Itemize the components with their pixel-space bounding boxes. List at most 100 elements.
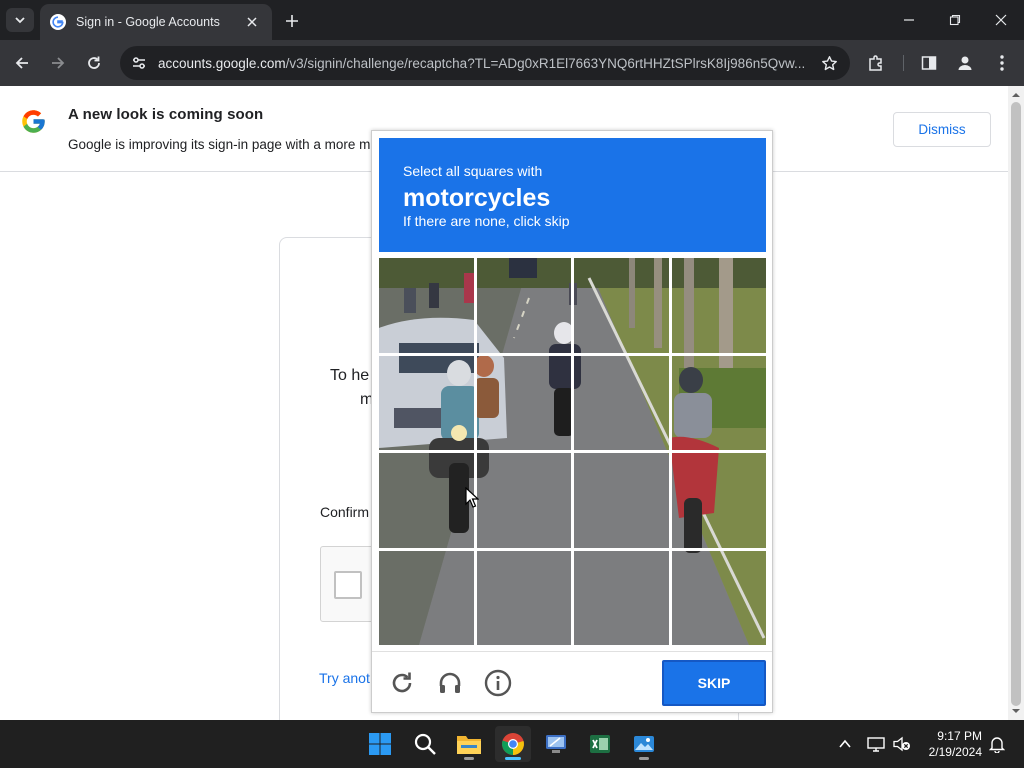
headphones-icon	[439, 672, 461, 693]
url-host: accounts.google.com	[158, 55, 286, 71]
tab-strip: Sign in - Google Accounts	[0, 0, 1024, 40]
plus-icon	[286, 15, 298, 27]
restore-icon	[949, 14, 961, 26]
info-button[interactable]	[484, 669, 512, 697]
photos-button[interactable]	[626, 726, 662, 762]
toolbar-divider	[903, 55, 904, 71]
info-icon	[484, 669, 512, 697]
image-tile[interactable]	[477, 258, 572, 353]
address-bar[interactable]: accounts.google.com/v3/signin/challenge/…	[120, 46, 850, 80]
notifications-button[interactable]	[987, 734, 1007, 754]
chevron-up-icon	[839, 739, 851, 748]
scroll-thumb[interactable]	[1011, 102, 1021, 706]
close-icon	[995, 14, 1007, 26]
file-explorer-button[interactable]	[451, 726, 487, 762]
banner-text: Google is improving its sign-in page wit…	[68, 137, 371, 152]
tab-close-button[interactable]	[242, 12, 262, 32]
try-another-way-link[interactable]: Try anot	[319, 670, 370, 686]
tab-search-button[interactable]	[6, 8, 34, 32]
audio-challenge-button[interactable]	[436, 669, 464, 697]
image-tile[interactable]	[574, 356, 669, 451]
dismiss-button[interactable]: Dismiss	[893, 112, 991, 147]
clock-date: 2/19/2024	[928, 745, 982, 759]
image-tile[interactable]	[379, 453, 474, 548]
refresh-icon	[392, 672, 412, 693]
scroll-up-icon[interactable]	[1012, 91, 1020, 99]
extensions-button[interactable]	[864, 51, 888, 75]
excel-button[interactable]	[582, 726, 618, 762]
chrome-icon	[502, 733, 524, 755]
show-hidden-icons-button[interactable]	[835, 734, 855, 754]
image-tile[interactable]	[574, 453, 669, 548]
back-button[interactable]	[10, 51, 34, 75]
help-text: To he	[330, 367, 370, 384]
profile-button[interactable]	[953, 51, 977, 75]
image-tile[interactable]	[477, 453, 572, 548]
volume-button[interactable]	[892, 734, 912, 754]
page-scrollbar[interactable]	[1008, 86, 1024, 720]
search-icon	[414, 733, 436, 755]
tab-sign-in[interactable]: Sign in - Google Accounts	[40, 4, 272, 40]
image-tile[interactable]	[477, 356, 572, 451]
reload-button[interactable]	[82, 51, 106, 75]
challenge-header: Select all squares with motorcycles If t…	[379, 138, 766, 252]
windows-logo-icon	[369, 733, 391, 755]
skip-button[interactable]: SKIP	[662, 660, 766, 706]
close-window-button[interactable]	[987, 8, 1015, 32]
photos-icon	[634, 736, 654, 752]
network-button[interactable]	[866, 734, 886, 754]
google-favicon-icon	[50, 14, 66, 30]
excel-icon	[590, 735, 610, 753]
arrow-left-icon	[15, 57, 28, 69]
bookmark-button[interactable]	[814, 48, 844, 78]
minimize-icon	[904, 19, 914, 21]
bell-icon	[989, 737, 1005, 753]
challenge-target: motorcycles	[403, 184, 551, 212]
reload-icon	[88, 56, 100, 69]
clock-time: 9:17 PM	[937, 729, 982, 743]
start-button[interactable]	[362, 726, 398, 762]
side-panel-button[interactable]	[917, 51, 941, 75]
puzzle-icon	[869, 55, 882, 71]
image-tile[interactable]	[672, 551, 767, 646]
chrome-button[interactable]	[495, 726, 531, 762]
challenge-instruction: Select all squares with	[403, 163, 543, 179]
kebab-menu-icon	[1000, 55, 1004, 71]
url-path: /v3/signin/challenge/recaptcha?TL=ADg0xR…	[285, 55, 806, 71]
site-info-button[interactable]	[124, 48, 154, 78]
system-clock[interactable]: 9:17 PM 2/19/2024	[918, 728, 982, 760]
close-icon	[247, 17, 257, 27]
arrow-right-icon	[52, 57, 65, 69]
confirm-label: Confirm	[320, 504, 370, 520]
image-grid	[379, 258, 766, 645]
image-tile[interactable]	[379, 258, 474, 353]
star-icon	[821, 55, 837, 70]
image-tile[interactable]	[672, 356, 767, 451]
tab-title: Sign in - Google Accounts	[76, 15, 220, 29]
menu-button[interactable]	[990, 51, 1014, 75]
url-text: accounts.google.com/v3/signin/challenge/…	[158, 56, 814, 71]
minimize-button[interactable]	[895, 8, 923, 32]
recaptcha-challenge: Select all squares with motorcycles If t…	[371, 130, 773, 713]
image-tile[interactable]	[672, 258, 767, 353]
reload-challenge-button[interactable]	[388, 669, 416, 697]
image-tile[interactable]	[574, 551, 669, 646]
remote-desktop-button[interactable]	[538, 726, 574, 762]
restore-button[interactable]	[941, 8, 969, 32]
image-tile[interactable]	[379, 551, 474, 646]
running-indicator	[464, 757, 474, 760]
browser-toolbar: accounts.google.com/v3/signin/challenge/…	[0, 40, 1024, 86]
remote-desktop-icon	[546, 735, 566, 753]
image-tile[interactable]	[379, 356, 474, 451]
forward-button[interactable]	[46, 51, 70, 75]
google-logo-icon	[22, 110, 45, 133]
search-button[interactable]	[407, 726, 443, 762]
scroll-down-icon[interactable]	[1012, 707, 1020, 715]
image-tile[interactable]	[477, 551, 572, 646]
image-tile[interactable]	[672, 453, 767, 548]
recaptcha-checkbox[interactable]	[334, 571, 362, 599]
tune-icon	[133, 57, 145, 69]
new-tab-button[interactable]	[281, 10, 303, 32]
monitor-icon	[867, 737, 885, 752]
image-tile[interactable]	[574, 258, 669, 353]
